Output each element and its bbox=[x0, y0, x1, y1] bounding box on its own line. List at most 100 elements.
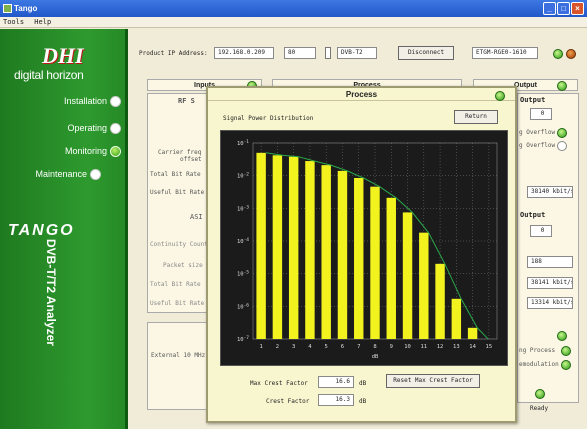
rate-field-1: 38140 kbit/s bbox=[527, 186, 573, 198]
crest-factor-field: 16.3 bbox=[318, 394, 354, 406]
x-tick-label: 15 bbox=[486, 344, 493, 350]
sidebar-item-monitoring[interactable]: Monitoring bbox=[65, 146, 107, 156]
logo: DHI digital horizon bbox=[14, 41, 114, 86]
y-tick-label: 10-7 bbox=[237, 335, 249, 343]
window-title: Tango bbox=[14, 4, 38, 13]
overflow-led-1-icon bbox=[557, 128, 567, 138]
return-button[interactable]: Return bbox=[454, 110, 498, 124]
process-label: ng Process bbox=[519, 347, 556, 354]
useful-bitrate-label: Useful Bit Rate bbox=[150, 189, 205, 196]
bar bbox=[354, 177, 364, 339]
installation-indicator-icon[interactable] bbox=[110, 96, 121, 107]
bar bbox=[256, 152, 266, 339]
serial-field: ETGM-RGE0-1610 bbox=[472, 47, 538, 59]
bar bbox=[272, 155, 283, 339]
chart-svg: 10-110-210-310-410-510-610-71 2 3 4 5 6 7 8 9 10 1… bbox=[237, 139, 498, 360]
sidebar: DHI digital horizon Installation Operati… bbox=[0, 29, 128, 429]
x-tick-label: 10 bbox=[404, 344, 411, 350]
close-button[interactable]: × bbox=[571, 2, 584, 15]
crest-factor-unit: dB bbox=[359, 398, 367, 405]
output-value-1: 0 bbox=[530, 108, 552, 120]
product-name: TANGO bbox=[8, 222, 75, 239]
useful-bitrate-label-2: Useful Bit Rate bbox=[150, 300, 205, 307]
y-tick-label: 10-3 bbox=[237, 204, 249, 212]
standard-spinner-icon[interactable] bbox=[325, 47, 331, 59]
menu-tools[interactable]: Tools bbox=[0, 18, 27, 26]
app-icon bbox=[3, 4, 12, 13]
rate-field-2: 38141 kbit/s bbox=[527, 277, 573, 289]
bar bbox=[419, 232, 429, 339]
x-tick-label: 9 bbox=[390, 344, 393, 350]
bar bbox=[305, 161, 315, 339]
bar bbox=[288, 156, 299, 339]
ready-led-icon bbox=[535, 389, 545, 399]
x-tick-label: 4 bbox=[308, 344, 312, 350]
standard-field[interactable]: DVB-T2 bbox=[337, 47, 377, 59]
bar bbox=[370, 186, 380, 339]
overflow-led-2-icon bbox=[557, 141, 567, 151]
x-tick-label: 5 bbox=[325, 344, 328, 350]
ip-address-field[interactable]: 192.168.0.209 bbox=[214, 47, 274, 59]
bar bbox=[435, 263, 445, 339]
menu-help[interactable]: Help bbox=[31, 18, 54, 26]
maintenance-indicator-icon[interactable] bbox=[90, 169, 101, 180]
sidebar-item-maintenance[interactable]: Maintenance bbox=[35, 169, 87, 179]
process-dialog: Process Signal Power Distribution Return… bbox=[206, 86, 517, 423]
continuity-label: Continuity Count bbox=[150, 241, 208, 248]
x-tick-label: 1 bbox=[259, 344, 262, 350]
alarm-status-led-icon bbox=[566, 49, 576, 59]
overflow-label-1: g Overflow bbox=[519, 129, 556, 136]
minimize-button[interactable]: _ bbox=[543, 2, 556, 15]
rf-label: RF S bbox=[178, 97, 195, 105]
rate-field-3: 13314 kbit/s bbox=[527, 297, 573, 309]
ready-label: Ready bbox=[530, 405, 549, 412]
connection-status-led-icon bbox=[553, 49, 563, 59]
logo-mark: DHI bbox=[42, 43, 84, 68]
y-tick-label: 10-6 bbox=[237, 302, 249, 310]
x-tick-label: 7 bbox=[357, 344, 360, 350]
packet-size-field: 188 bbox=[527, 256, 573, 268]
x-tick-label: 2 bbox=[276, 344, 279, 350]
maximize-button[interactable]: □ bbox=[557, 2, 570, 15]
output-value-2: 0 bbox=[530, 225, 552, 237]
x-axis-label: dB bbox=[372, 354, 379, 360]
asi-label: ASI bbox=[190, 213, 203, 221]
process-led-top-icon bbox=[557, 331, 567, 341]
total-bitrate-label-2: Total Bit Rate bbox=[150, 281, 201, 288]
x-tick-label: 12 bbox=[437, 344, 444, 350]
output-label-1: Output bbox=[520, 96, 546, 104]
power-distribution-chart: 10-1 10-2 10-3 10-4 10-5 10-6 10-7 1 2 3 4 5 6 7 8 9 10 1… bbox=[220, 130, 508, 366]
bar bbox=[386, 197, 396, 339]
x-tick-label: 3 bbox=[292, 344, 295, 350]
output-status-led-icon bbox=[557, 81, 567, 91]
output-panel bbox=[517, 93, 579, 403]
bar bbox=[321, 165, 331, 339]
x-tick-label: 14 bbox=[469, 344, 476, 350]
demodulation-led-icon bbox=[561, 360, 571, 370]
chart-subtitle: Signal Power Distribution bbox=[223, 115, 314, 122]
process-led-icon bbox=[561, 346, 571, 356]
dialog-title: Process bbox=[208, 88, 515, 101]
y-tick-label: 10-2 bbox=[237, 172, 249, 180]
total-bitrate-label: Total Bit Rate bbox=[150, 171, 201, 178]
logo-text: digital horizon bbox=[14, 68, 84, 82]
disconnect-button[interactable]: Disconnect bbox=[398, 46, 454, 60]
sidebar-item-operating[interactable]: Operating bbox=[67, 123, 107, 133]
max-crest-label: Max Crest Factor bbox=[250, 380, 308, 387]
title-bar: Tango _ □ × bbox=[0, 0, 587, 17]
ip-address-label: Product IP Address: bbox=[139, 50, 208, 57]
bar bbox=[337, 170, 348, 339]
sidebar-item-installation[interactable]: Installation bbox=[64, 96, 107, 106]
menu-bar: Tools Help bbox=[0, 17, 587, 28]
x-tick-label: 11 bbox=[420, 344, 427, 350]
operating-indicator-icon[interactable] bbox=[110, 123, 121, 134]
overflow-label-2: g Overflow bbox=[519, 142, 556, 149]
dialog-status-led-icon bbox=[495, 91, 505, 101]
output-label-2: Output bbox=[520, 211, 546, 219]
carrier-freq-label: Carrier freq bbox=[158, 149, 202, 156]
inputs-panel bbox=[147, 93, 209, 313]
monitoring-indicator-icon[interactable] bbox=[110, 146, 121, 157]
reset-max-crest-button[interactable]: Reset Max Crest Factor bbox=[386, 374, 480, 388]
x-tick-label: 8 bbox=[373, 344, 376, 350]
port-field[interactable]: 80 bbox=[284, 47, 316, 59]
